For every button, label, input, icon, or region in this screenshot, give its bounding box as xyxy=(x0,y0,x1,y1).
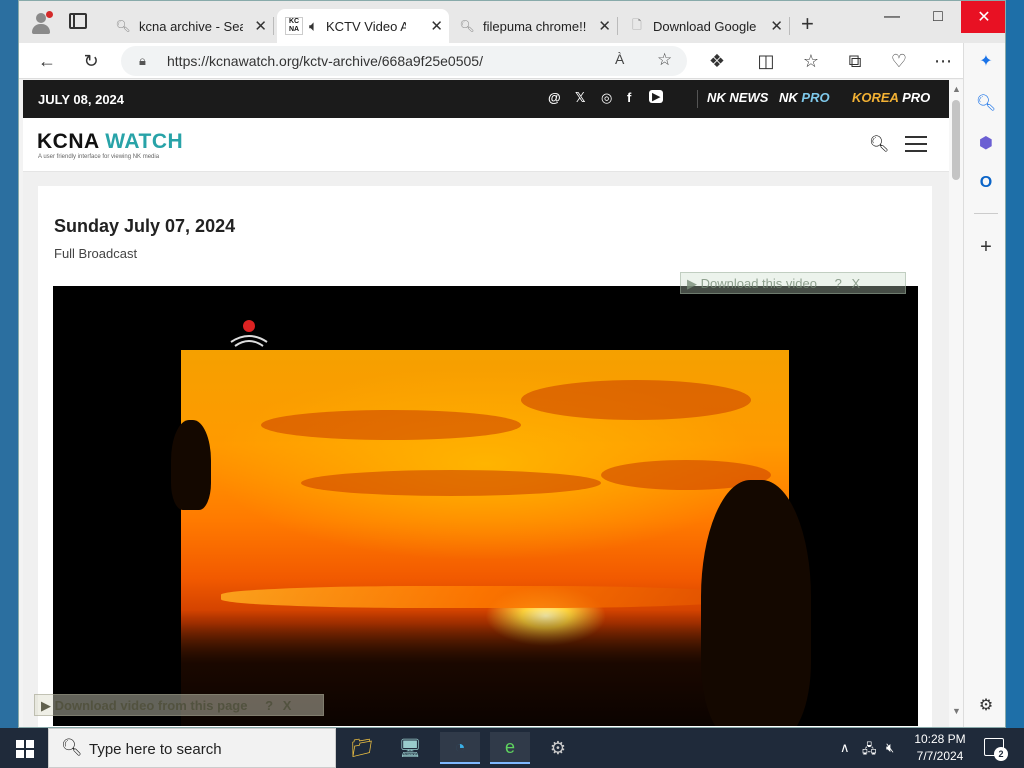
desktop-background xyxy=(0,0,18,728)
maximize-button[interactable]: □ xyxy=(915,1,961,33)
browser-essentials-icon[interactable]: ♡ xyxy=(887,49,911,73)
search-icon[interactable]: 🔍︎ xyxy=(869,134,889,154)
tab-strip: 🔍︎ kcna archive - Search ✕ KC NA 🔈︎ KCTV… xyxy=(19,1,1005,43)
youtube-icon[interactable]: ▶ xyxy=(649,90,664,103)
close-window-button[interactable]: ✕ xyxy=(961,1,1005,33)
site-date: JULY 08, 2024 xyxy=(38,92,125,107)
close-icon[interactable]: X xyxy=(851,276,860,291)
scroll-down-icon[interactable]: ▼ xyxy=(952,706,961,716)
ie-icon[interactable]: e xyxy=(490,732,530,764)
network-app-icon[interactable]: 🖥︎ xyxy=(390,732,430,764)
read-aloud-icon[interactable]: À xyxy=(615,51,624,67)
page-subtitle: Full Broadcast xyxy=(54,246,138,261)
close-icon[interactable]: ✕ xyxy=(770,17,783,35)
threads-icon[interactable]: @ xyxy=(548,90,561,105)
site-topbar: JULY 08, 2024 @ 𝕏 ◎ f ▶ NK NEWS NK PRO K… xyxy=(23,80,949,118)
article-card: Sunday July 07, 2024 Full Broadcast ▶ Do… xyxy=(34,186,932,727)
extensions-icon[interactable]: ❖ xyxy=(705,49,729,73)
page-scrollbar[interactable]: ▲ ▼ xyxy=(949,80,963,727)
site-logo[interactable]: KCNA WATCH xyxy=(37,130,183,154)
clock-date: 7/7/2024 xyxy=(916,749,964,763)
play-icon: ▶ xyxy=(687,276,697,291)
minimize-button[interactable]: — xyxy=(869,1,915,33)
outlook-icon[interactable]: O xyxy=(974,171,998,195)
file-explorer-icon[interactable]: 📁︎ xyxy=(342,732,382,764)
tab-title: filepuma chrome!!! xyxy=(483,18,587,34)
favorite-star-icon[interactable]: ☆ xyxy=(657,50,672,70)
tab-actions-icon[interactable] xyxy=(69,13,87,29)
play-icon: ▶ xyxy=(41,698,51,713)
split-screen-icon[interactable]: ◫ xyxy=(754,49,778,73)
tab-title: KCTV Video Archive xyxy=(326,18,406,34)
tab-kcna-search[interactable]: 🔍︎ kcna archive - Search ✕ xyxy=(107,9,274,43)
download-video-from-page-button[interactable]: ▶ Download video from this page ? X xyxy=(34,694,324,716)
lock-icon[interactable]: 🔒︎ xyxy=(139,53,146,69)
close-icon[interactable]: ✕ xyxy=(598,17,611,35)
browser-toolbar: ← ↻ 🔒︎ https://kcnawatch.org/kctv-archiv… xyxy=(19,43,1005,79)
tab-kctv-video-archive[interactable]: KC NA 🔈︎ KCTV Video Archive ✕ xyxy=(277,9,449,43)
hamburger-menu-icon[interactable] xyxy=(905,136,927,152)
close-icon[interactable]: X xyxy=(283,698,292,713)
nk-news-link[interactable]: NK NEWS xyxy=(707,90,768,105)
search-icon[interactable]: 🔍︎ xyxy=(974,91,998,115)
page-icon: 🗋 xyxy=(632,17,642,32)
collections-icon[interactable]: ⧉ xyxy=(843,49,867,73)
search-icon: 🔍︎ xyxy=(115,19,131,33)
microsoft-365-icon[interactable]: ⬢ xyxy=(974,131,998,155)
edge-icon[interactable]: ◔ xyxy=(440,732,480,764)
video-frame-sunset xyxy=(171,350,811,726)
close-icon[interactable]: ✕ xyxy=(430,17,443,35)
speaker-icon[interactable]: 🔈︎ xyxy=(309,18,318,35)
copilot-icon[interactable]: ✦ xyxy=(974,49,998,73)
nk-pro-link[interactable]: NK PRO xyxy=(779,90,830,105)
download-this-video-button[interactable]: ▶ Download this video ? X xyxy=(680,272,906,294)
search-icon: 🔍︎ xyxy=(459,19,475,33)
x-twitter-icon[interactable]: 𝕏 xyxy=(575,90,585,106)
search-icon: 🔍︎ xyxy=(61,738,83,757)
page-title: Sunday July 07, 2024 xyxy=(54,216,236,236)
web-page: JULY 08, 2024 @ 𝕏 ◎ f ▶ NK NEWS NK PRO K… xyxy=(23,80,949,727)
url-text[interactable]: https://kcnawatch.org/kctv-archive/668a9… xyxy=(167,53,483,69)
chevron-up-icon[interactable]: ∧ xyxy=(840,740,850,756)
refresh-button[interactable]: ↻ xyxy=(79,49,103,73)
video-player[interactable] xyxy=(53,286,918,726)
volume-muted-icon[interactable]: 🔇︎ xyxy=(886,740,894,756)
address-bar[interactable]: 🔒︎ https://kcnawatch.org/kctv-archive/66… xyxy=(121,46,687,76)
tab-title: Download Google Chrome xyxy=(653,18,757,34)
notification-count-badge: 2 xyxy=(994,747,1008,761)
clock-time: 10:28 PM xyxy=(914,732,966,746)
tab-title: kcna archive - Search xyxy=(139,18,243,34)
instagram-icon[interactable]: ◎ xyxy=(601,90,612,106)
back-button[interactable]: ← xyxy=(35,49,59,73)
site-header: KCNA WATCH A user friendly interface for… xyxy=(23,118,949,172)
kctv-emblem-icon xyxy=(230,320,268,347)
add-sidebar-app-icon[interactable]: + xyxy=(974,235,998,259)
browser-window: 🔍︎ kcna archive - Search ✕ KC NA 🔈︎ KCTV… xyxy=(18,0,1006,728)
korea-pro-link[interactable]: KOREA PRO xyxy=(852,90,930,105)
taskbar-search-box[interactable]: 🔍︎ Type here to search xyxy=(48,728,336,768)
kcna-favicon: KC NA xyxy=(285,17,303,35)
system-clock[interactable]: 10:28 PM 7/7/2024 xyxy=(912,731,968,765)
scroll-up-icon[interactable]: ▲ xyxy=(952,84,961,94)
tab-download-chrome[interactable]: 🗋 Download Google Chrome ✕ xyxy=(621,9,790,43)
taskbar-search-placeholder: Type here to search xyxy=(89,741,222,758)
edge-sidebar: ✦ 🔍︎ ⬢ O + ⚙ xyxy=(963,43,1005,727)
app-icon[interactable]: ⚙ xyxy=(538,732,578,764)
facebook-icon[interactable]: f xyxy=(627,90,631,105)
sidebar-settings-icon[interactable]: ⚙ xyxy=(974,693,998,717)
site-tagline: A user friendly interface for viewing NK… xyxy=(38,154,160,160)
favorites-icon[interactable]: ☆ xyxy=(799,49,823,73)
new-tab-button[interactable]: + xyxy=(801,11,814,37)
scrollbar-thumb[interactable] xyxy=(952,100,960,180)
profile-icon[interactable] xyxy=(29,11,53,35)
help-icon[interactable]: ? xyxy=(835,276,842,291)
tab-filepuma[interactable]: 🔍︎ filepuma chrome!!! ✕ xyxy=(451,9,618,43)
close-icon[interactable]: ✕ xyxy=(254,17,267,35)
network-icon[interactable]: 🖧︎ xyxy=(862,740,877,762)
windows-taskbar: 🔍︎ Type here to search 📁︎ 🖥︎ ◔ e ⚙ ∧ 🖧︎ … xyxy=(0,728,1024,768)
help-icon[interactable]: ? xyxy=(265,698,273,713)
start-button[interactable] xyxy=(16,740,34,758)
settings-more-icon[interactable]: ⋯ xyxy=(931,49,955,73)
